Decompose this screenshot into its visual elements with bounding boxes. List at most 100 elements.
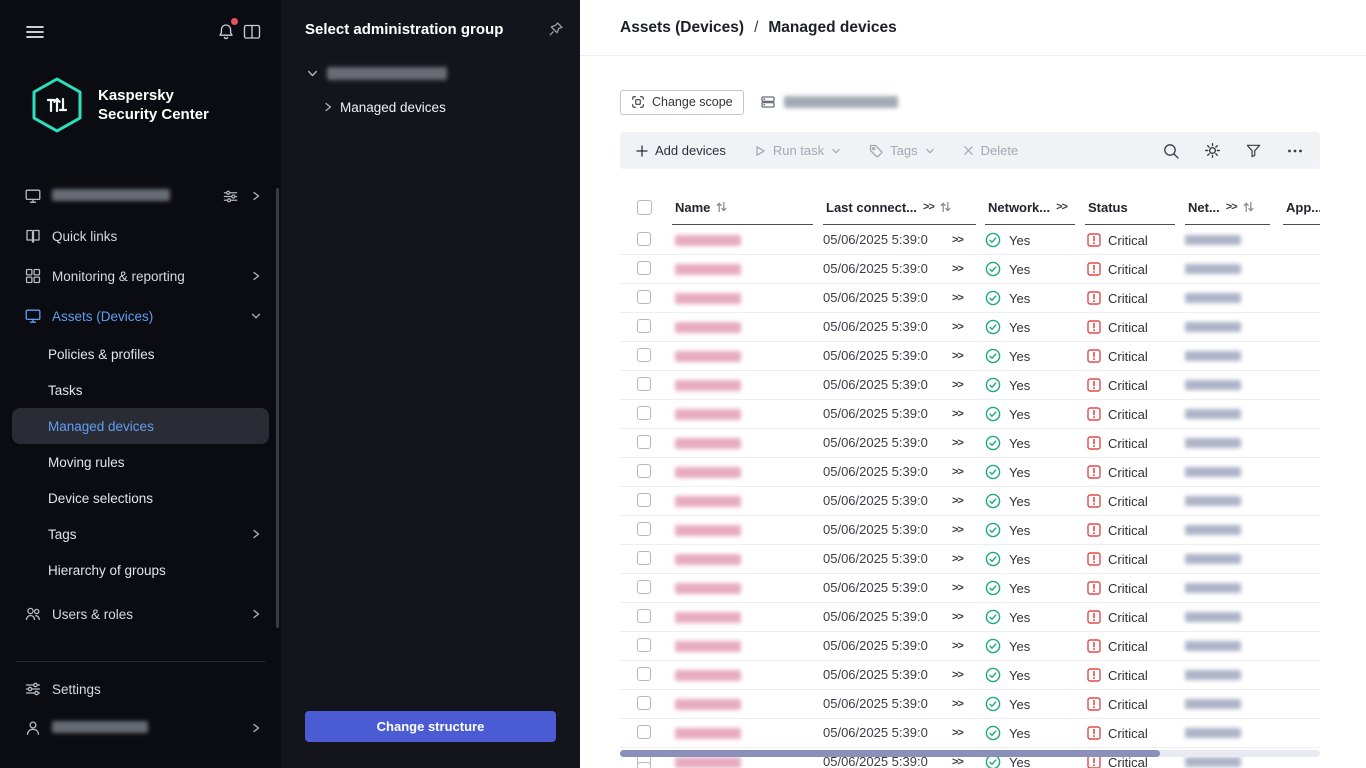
expand-chevron-icon[interactable]: >> <box>952 371 963 399</box>
delete-button[interactable]: Delete <box>963 143 1019 158</box>
chevron-down-icon[interactable] <box>307 68 318 79</box>
pin-icon[interactable] <box>548 21 564 37</box>
sidebar-item-server[interactable] <box>0 176 281 216</box>
sidebar-scrollbar[interactable] <box>276 188 279 628</box>
device-name-cell[interactable] <box>675 429 741 457</box>
column-header-network-visible[interactable]: Network... >> <box>985 190 1075 225</box>
sidebar-item-assets-devices[interactable]: Assets (Devices) <box>0 296 281 336</box>
column-header-status[interactable]: Status <box>1085 190 1175 225</box>
chevron-right-icon[interactable] <box>323 102 333 112</box>
expand-chevron-icon[interactable]: >> <box>952 342 963 370</box>
sidebar-item-account[interactable] <box>0 708 281 748</box>
chevron-right-icon[interactable] <box>251 191 261 201</box>
device-name-cell[interactable] <box>675 255 741 283</box>
device-name-cell[interactable] <box>675 342 741 370</box>
device-name-cell[interactable] <box>675 400 741 428</box>
row-checkbox[interactable] <box>637 319 651 333</box>
expand-chevron-icon[interactable]: >> <box>952 690 963 718</box>
breadcrumb-parent[interactable]: Assets (Devices) <box>620 17 744 39</box>
expand-chevron-icon[interactable]: >> <box>952 458 963 486</box>
sort-icon[interactable] <box>940 201 951 213</box>
server-properties-icon[interactable] <box>222 188 239 205</box>
column-header-net-agent[interactable]: Net... >> <box>1185 190 1270 225</box>
row-checkbox[interactable] <box>637 435 651 449</box>
row-checkbox[interactable] <box>637 580 651 594</box>
device-name-cell[interactable] <box>675 719 741 747</box>
device-name-cell[interactable] <box>675 371 741 399</box>
expand-chevron-icon[interactable]: >> <box>952 574 963 602</box>
row-checkbox[interactable] <box>637 551 651 565</box>
ellipsis-icon[interactable] <box>1286 142 1304 160</box>
add-devices-button[interactable]: Add devices <box>636 143 726 158</box>
horizontal-scrollbar-thumb[interactable] <box>620 750 1160 757</box>
row-checkbox[interactable] <box>637 261 651 275</box>
device-name-cell[interactable] <box>675 487 741 515</box>
row-checkbox[interactable] <box>637 696 651 710</box>
sidebar-item-moving-rules[interactable]: Moving rules <box>0 444 281 480</box>
gear-icon[interactable] <box>1204 142 1221 159</box>
device-name-cell[interactable] <box>675 632 741 660</box>
sort-icon[interactable] <box>1243 201 1254 213</box>
group-tree-root[interactable] <box>281 56 580 90</box>
device-name-cell[interactable] <box>675 574 741 602</box>
sidebar-item-settings[interactable]: Settings <box>0 670 281 708</box>
sidebar-item-hierarchy-of-groups[interactable]: Hierarchy of groups <box>0 552 281 588</box>
tags-button[interactable]: Tags <box>869 143 934 158</box>
sidebar-item-managed-devices[interactable]: Managed devices <box>12 408 269 444</box>
row-checkbox[interactable] <box>637 290 651 304</box>
row-checkbox[interactable] <box>637 348 651 362</box>
expand-chevron-icon[interactable]: >> <box>952 632 963 660</box>
row-checkbox[interactable] <box>637 762 651 768</box>
device-name-cell[interactable] <box>675 313 741 341</box>
device-name-cell[interactable] <box>675 545 741 573</box>
filter-funnel-icon[interactable] <box>1245 142 1262 159</box>
sidebar-item-users-roles[interactable]: Users & roles <box>0 594 281 634</box>
device-name-cell[interactable] <box>675 226 741 254</box>
row-checkbox[interactable] <box>637 377 651 391</box>
expand-chevron-icon[interactable]: >> <box>952 255 963 283</box>
device-name-cell[interactable] <box>675 284 741 312</box>
device-name-cell[interactable] <box>675 661 741 689</box>
search-icon[interactable] <box>1162 142 1180 160</box>
sidebar-item-tasks[interactable]: Tasks <box>0 372 281 408</box>
row-checkbox[interactable] <box>637 725 651 739</box>
sidebar-item-monitoring-reporting[interactable]: Monitoring & reporting <box>0 256 281 296</box>
row-checkbox[interactable] <box>637 609 651 623</box>
sidebar-item-quick-links[interactable]: Quick links <box>0 216 281 256</box>
expand-chevron-icon[interactable]: >> <box>952 400 963 428</box>
column-expand-icon[interactable]: >> <box>1056 201 1067 213</box>
horizontal-scrollbar-track[interactable] <box>620 750 1320 757</box>
device-name-cell[interactable] <box>675 458 741 486</box>
expand-chevron-icon[interactable]: >> <box>952 719 963 747</box>
change-scope-button[interactable]: Change scope <box>620 90 744 115</box>
sidebar-item-tags[interactable]: Tags <box>0 516 281 552</box>
expand-chevron-icon[interactable]: >> <box>952 226 963 254</box>
hamburger-menu-icon[interactable] <box>22 20 48 44</box>
row-checkbox[interactable] <box>637 406 651 420</box>
expand-chevron-icon[interactable]: >> <box>952 284 963 312</box>
device-name-cell[interactable] <box>675 690 741 718</box>
run-task-button[interactable]: Run task <box>754 143 841 158</box>
row-checkbox[interactable] <box>637 464 651 478</box>
device-name-cell[interactable] <box>675 516 741 544</box>
expand-chevron-icon[interactable]: >> <box>952 545 963 573</box>
side-panel-icon[interactable] <box>239 20 265 44</box>
column-header-last-connection[interactable]: Last connect... >> <box>823 190 976 225</box>
expand-chevron-icon[interactable]: >> <box>952 429 963 457</box>
row-checkbox[interactable] <box>637 493 651 507</box>
expand-chevron-icon[interactable]: >> <box>952 487 963 515</box>
expand-chevron-icon[interactable]: >> <box>952 313 963 341</box>
row-checkbox[interactable] <box>637 638 651 652</box>
change-structure-button[interactable]: Change structure <box>305 711 556 742</box>
select-all-checkbox[interactable] <box>637 200 652 215</box>
column-header-name[interactable]: Name <box>672 190 813 225</box>
notifications-bell-icon[interactable] <box>213 20 239 44</box>
column-expand-icon[interactable]: >> <box>1226 201 1237 213</box>
expand-chevron-icon[interactable]: >> <box>952 661 963 689</box>
group-tree-managed-devices[interactable]: Managed devices <box>281 90 580 124</box>
device-name-cell[interactable] <box>675 603 741 631</box>
row-checkbox[interactable] <box>637 522 651 536</box>
expand-chevron-icon[interactable]: >> <box>952 603 963 631</box>
expand-chevron-icon[interactable]: >> <box>952 516 963 544</box>
sidebar-item-device-selections[interactable]: Device selections <box>0 480 281 516</box>
